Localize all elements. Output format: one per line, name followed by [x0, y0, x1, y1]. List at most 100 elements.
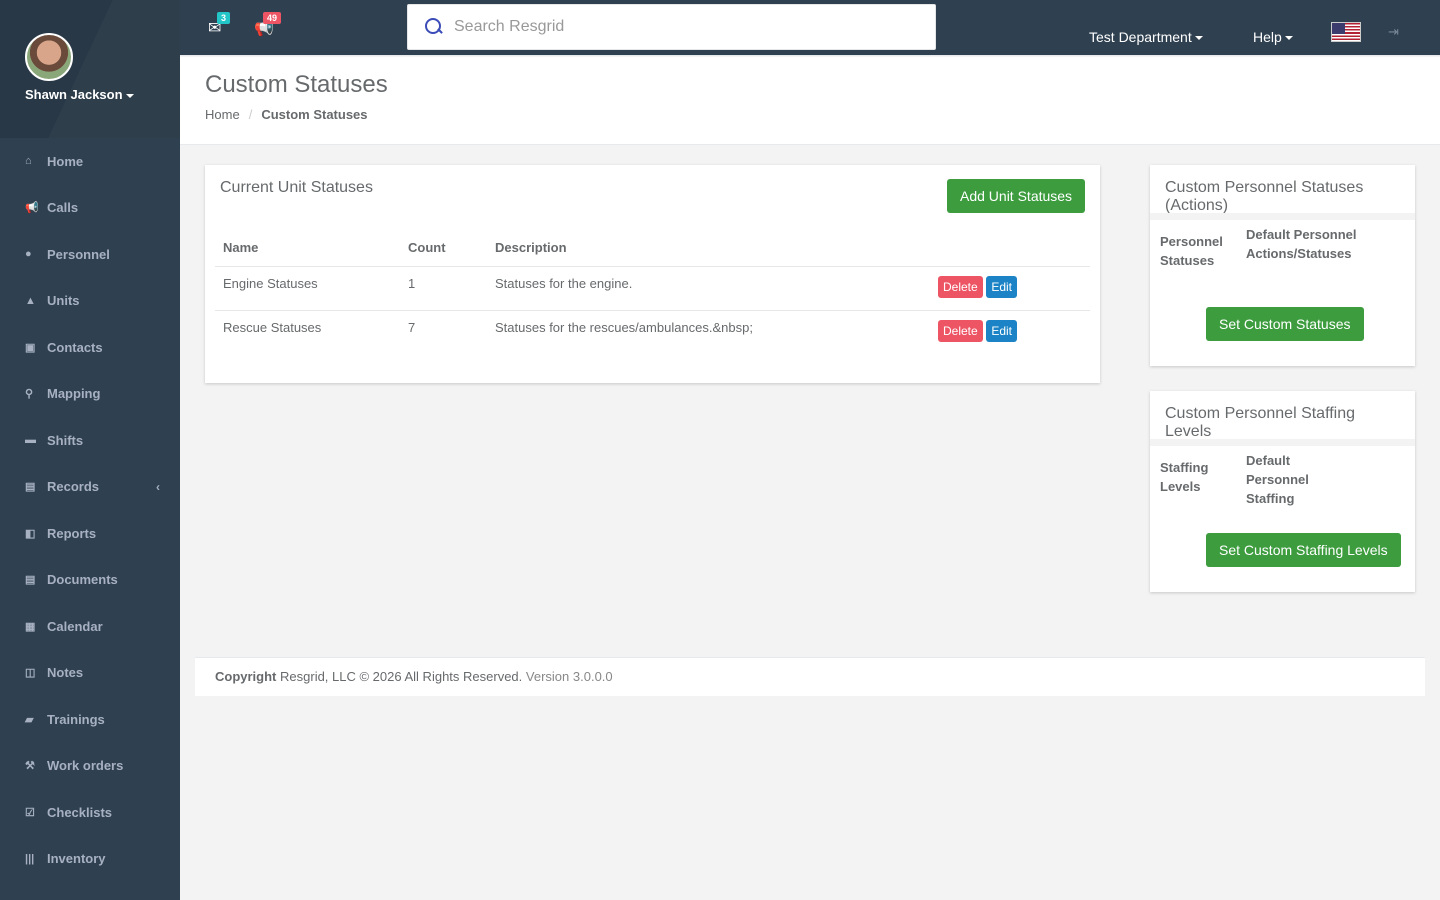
top-navbar: ✉ 3 📢 49 Test Department Help ⇥	[180, 0, 1440, 56]
edit-button[interactable]: Edit	[986, 275, 1017, 298]
mapping-icon: ⚲	[25, 388, 34, 401]
reports-icon: ◧	[25, 527, 36, 540]
personnel-statuses-label: Personnel Statuses	[1160, 234, 1223, 268]
sidebar-item-label: Checklists	[47, 804, 113, 820]
staffing-levels-value: Default Personnel Staffing	[1246, 453, 1309, 506]
messages-badge: 3	[217, 12, 231, 24]
personnel-statuses-value: Default Personnel Actions/Statuses	[1246, 227, 1357, 261]
sidebar-item-label: Reports	[47, 525, 97, 541]
logout-icon[interactable]: ⇥	[1388, 24, 1399, 40]
us-flag-icon[interactable]	[1331, 22, 1361, 42]
unit-statuses-table: Name Count Description Engine Statuses 1…	[215, 229, 1090, 354]
footer-copyright-label: Copyright	[215, 669, 277, 684]
notifications-badge: 49	[263, 12, 282, 24]
status-description: Statuses for the engine.	[487, 266, 930, 311]
staffing-levels-title: Custom Personnel Staffing Levels	[1165, 405, 1356, 440]
sidebar-item-records[interactable]: ▤ Records ‹	[0, 464, 180, 511]
set-custom-statuses-button[interactable]: Set Custom Statuses	[1206, 307, 1364, 341]
sidebar-item-label: Shifts	[47, 432, 84, 448]
chevron-left-icon: ‹	[156, 479, 160, 494]
sidebar-item-label: Notes	[47, 665, 84, 681]
sidebar-nav: ⌂ Home 📢 Calls ● Personnel ▲ Units ▣ Contacts ⚲ Map…	[0, 138, 180, 882]
caret-down-icon	[1284, 36, 1293, 41]
profile-header: Shawn Jackson	[0, 0, 180, 138]
documents-icon: ▤	[25, 574, 36, 587]
home-icon: ⌂	[25, 155, 32, 168]
notifications-button[interactable]: 📢 49	[254, 12, 282, 38]
search-input[interactable]	[454, 18, 894, 36]
status-name: Rescue Statuses	[223, 319, 322, 335]
set-custom-staffing-levels-button[interactable]: Set Custom Staffing Levels	[1206, 533, 1401, 567]
messages-button[interactable]: ✉ 3	[208, 12, 231, 38]
sidebar-item-label: Inventory	[47, 851, 106, 867]
status-count: 7	[408, 319, 416, 335]
personnel-icon: ●	[25, 248, 32, 261]
column-header-name: Name	[215, 229, 400, 267]
sidebar-item-documents[interactable]: ▤ Documents	[0, 557, 180, 604]
panel-divider	[1150, 213, 1415, 220]
sidebar-item-label: Contacts	[47, 339, 103, 355]
footer-copyright-text: Resgrid, LLC © 2026 All Rights Reserved.	[280, 669, 523, 684]
footer: Copyright Resgrid, LLC © 2026 All Rights…	[195, 657, 1425, 696]
page-heading: Custom Statuses Home / Custom Statuses	[180, 57, 1440, 145]
status-name: Engine Statuses	[215, 266, 400, 311]
edit-button[interactable]: Edit	[986, 319, 1017, 342]
personnel-statuses-panel: Custom Personnel Statuses (Actions) Pers…	[1150, 165, 1415, 366]
sidebar-item-contacts[interactable]: ▣ Contacts	[0, 324, 180, 371]
column-header-description: Description	[487, 229, 930, 267]
delete-button[interactable]: Delete	[938, 275, 983, 298]
status-description: Statuses for the rescues/ambulances.&nbs…	[495, 319, 753, 335]
trainings-icon: ▰	[25, 713, 34, 726]
panel-divider	[1150, 439, 1415, 446]
records-icon: ▤	[25, 481, 36, 494]
department-label: Test Department	[1089, 29, 1192, 45]
sidebar-item-trainings[interactable]: ▰ Trainings	[0, 696, 180, 743]
breadcrumb-current: Custom Statuses	[261, 107, 368, 122]
help-label: Help	[1253, 29, 1282, 45]
row-actions: Delete Edit	[930, 266, 1090, 311]
search-box	[407, 4, 936, 50]
table-row: Engine Statuses 1 Statuses for the engin…	[215, 266, 1090, 311]
sidebar: Shawn Jackson ⌂ Home 📢 Calls ● Personnel ▲ Unit…	[0, 0, 180, 900]
user-name: Shawn Jackson	[25, 87, 123, 102]
department-dropdown[interactable]: Test Department	[1089, 29, 1203, 45]
table-header-row: Name Count Description	[215, 229, 1090, 267]
sidebar-item-calls[interactable]: 📢 Calls	[0, 185, 180, 232]
sidebar-item-units[interactable]: ▲ Units	[0, 278, 180, 325]
staffing-levels-label: Staffing Levels	[1160, 460, 1209, 494]
breadcrumb-separator: /	[248, 107, 253, 122]
column-header-actions	[930, 229, 1090, 267]
sidebar-item-notes[interactable]: ◫ Notes	[0, 650, 180, 697]
sidebar-item-reports[interactable]: ◧ Reports	[0, 510, 180, 557]
avatar[interactable]	[25, 33, 73, 81]
shifts-icon: ▬	[25, 434, 36, 447]
calls-icon: 📢	[25, 202, 39, 215]
sidebar-item-label: Calls	[47, 200, 79, 216]
unit-statuses-panel: Current Unit Statuses Add Unit Statuses …	[205, 165, 1100, 383]
delete-button[interactable]: Delete	[938, 319, 983, 342]
sidebar-item-checklists[interactable]: ☑ Checklists	[0, 789, 180, 836]
work-orders-icon: ⚒	[25, 760, 35, 773]
sidebar-item-label: Trainings	[47, 711, 105, 727]
units-icon: ▲	[25, 294, 36, 307]
breadcrumb-home-link[interactable]: Home	[205, 107, 240, 122]
table-row: Rescue Statuses 7 Statuses for the rescu…	[215, 310, 1090, 354]
footer-version: Version 3.0.0.0	[525, 669, 613, 684]
sidebar-item-calendar[interactable]: ▦ Calendar	[0, 603, 180, 650]
user-menu[interactable]: Shawn Jackson	[25, 87, 134, 102]
notes-icon: ◫	[25, 667, 36, 680]
help-dropdown[interactable]: Help	[1253, 29, 1293, 45]
sidebar-item-home[interactable]: ⌂ Home	[0, 138, 180, 185]
sidebar-item-shifts[interactable]: ▬ Shifts	[0, 417, 180, 464]
sidebar-item-label: Home	[47, 153, 84, 169]
search-icon	[424, 17, 444, 37]
sidebar-item-personnel[interactable]: ● Personnel	[0, 231, 180, 278]
sidebar-item-inventory[interactable]: ||| Inventory	[0, 836, 180, 883]
add-unit-statuses-button[interactable]: Add Unit Statuses	[947, 179, 1086, 213]
sidebar-item-label: Units	[47, 293, 80, 309]
sidebar-item-work-orders[interactable]: ⚒ Work orders	[0, 743, 180, 790]
caret-down-icon	[1194, 36, 1203, 41]
page-title: Custom Statuses	[205, 71, 388, 98]
sidebar-item-label: Records	[47, 479, 100, 495]
sidebar-item-mapping[interactable]: ⚲ Mapping	[0, 371, 180, 418]
